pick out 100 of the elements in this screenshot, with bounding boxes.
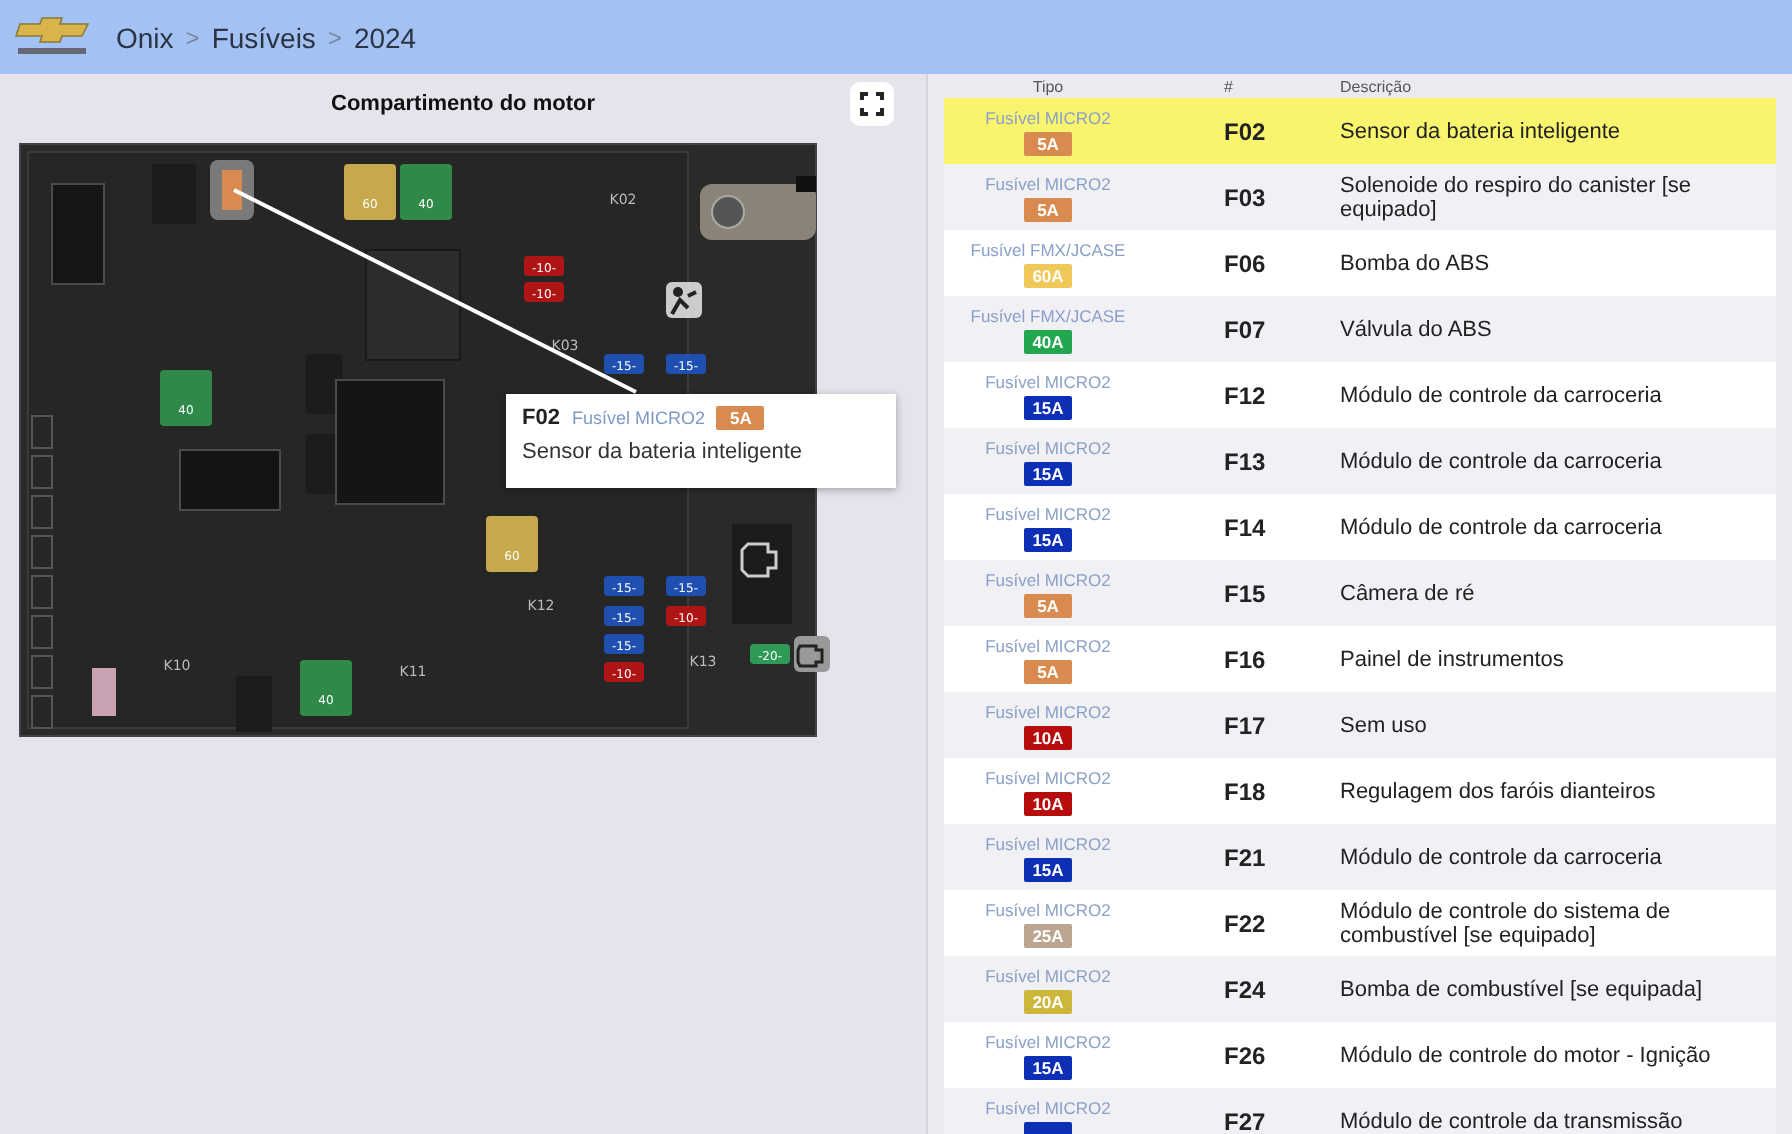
- amp-badge: 15A: [1024, 857, 1072, 881]
- fuse-description: Módulo de controle da transmissão: [1340, 1109, 1685, 1133]
- fuse-id: F07: [1222, 315, 1268, 343]
- fuse-description: Módulo de controle da carroceria: [1340, 449, 1664, 473]
- fuse-id: F02: [1222, 117, 1268, 145]
- fuse-description: Regulagem dos faróis dianteiros: [1340, 779, 1658, 803]
- fuse-description: Sensor da bateria inteligente: [1340, 119, 1623, 143]
- fuse-id: F02: [522, 406, 560, 430]
- fuse-type: Fusível MICRO2: [985, 833, 1111, 853]
- fuse-row[interactable]: Fusível MICRO2 15A F13 Módulo de controle da carroceria: [944, 428, 1776, 494]
- fuse-description: Painel de instrumentos: [1340, 647, 1566, 671]
- amp-badge: 20A: [1024, 989, 1072, 1013]
- amp-badge: 15A: [1024, 395, 1072, 419]
- amp-badge: 40A: [1024, 329, 1072, 353]
- fullscreen-icon: [860, 92, 884, 116]
- fuse-holder: [51, 183, 105, 285]
- fuse-id: F06: [1222, 249, 1268, 277]
- column-header: Tipo: [1030, 77, 1066, 95]
- fuse: [92, 668, 116, 716]
- highlighted-fuse[interactable]: [210, 160, 254, 220]
- fuse-description: Módulo de controle do sistema de combustível [se equipado]: [1340, 899, 1673, 947]
- fuse-row[interactable]: Fusível MICRO2 15A F21 Módulo de controle da carroceria: [944, 824, 1776, 890]
- fuse-type: Fusível MICRO2: [985, 899, 1111, 919]
- fuse-holder: [236, 676, 272, 732]
- breadcrumb-link[interactable]: 2024: [353, 21, 417, 53]
- fuse-row[interactable]: Fusível MICRO2 10A F17 Sem uso: [944, 692, 1776, 758]
- person-seat-icon: [666, 282, 702, 318]
- bowtie-logo-icon: [12, 15, 92, 59]
- fuse-row[interactable]: Fusível MICRO2 5A F15 Câmera de ré: [944, 560, 1776, 626]
- column-header: #: [1222, 77, 1235, 95]
- fuse-description: Módulo de controle da carroceria: [1340, 845, 1664, 869]
- fuse-id: F17: [1222, 711, 1268, 739]
- fuse-id: F21: [1222, 843, 1268, 871]
- fuse-id: F22: [1222, 909, 1268, 937]
- fuse-id: F15: [1222, 579, 1268, 607]
- fuse-type: Fusível MICRO2: [985, 1097, 1111, 1117]
- fuse-holder: [179, 449, 281, 511]
- amp-badge: 25A: [1024, 923, 1072, 947]
- fuse-row[interactable]: Fusível MICRO2 5A F03 Solenoide do respiro do canister [se equipado]: [944, 164, 1776, 230]
- breadcrumb-separator: >: [185, 23, 200, 51]
- breadcrumb-link[interactable]: Fusíveis: [211, 21, 316, 53]
- fuse-type: Fusível MICRO2: [985, 569, 1111, 589]
- amp-badge: 5A: [716, 406, 765, 430]
- fuse-description: Sensor da bateria inteligente: [522, 440, 805, 464]
- amp-badge: 5A: [1024, 593, 1072, 617]
- fuse-description: Válvula do ABS: [1340, 317, 1494, 341]
- fuse-description: Módulo de controle do motor - Ignição: [1340, 1043, 1713, 1067]
- fuse-row[interactable]: Fusível MICRO2 15A F26 Módulo de controle do motor - Ignição: [944, 1022, 1776, 1088]
- amp-badge: 15A: [1024, 461, 1072, 485]
- amp-badge: 5A: [1024, 197, 1072, 221]
- fuse-description: Sem uso: [1340, 713, 1429, 737]
- fuse-description: Solenoide do respiro do canister [se equipado]: [1340, 173, 1693, 221]
- fuse-id: F13: [1222, 447, 1268, 475]
- relay-block: [732, 524, 792, 624]
- engine-icon: [740, 542, 778, 578]
- fuse-id: F24: [1222, 975, 1268, 1003]
- fuse-type: Fusível MICRO2: [985, 965, 1111, 985]
- fuse-description: Bomba de combustível [se equipada]: [1340, 977, 1705, 1001]
- fuse-id: F27: [1222, 1107, 1268, 1134]
- amp-badge: 10A: [1024, 791, 1072, 815]
- fuse-type: Fusível MICRO2: [985, 701, 1111, 721]
- fullscreen-button[interactable]: [850, 82, 894, 126]
- fuse-type: Fusível MICRO2: [985, 767, 1111, 787]
- fuse-row[interactable]: Fusível MICRO2 5A F02 Sensor da bateria inteligente: [944, 98, 1776, 164]
- amp-badge: 5A: [1024, 131, 1072, 155]
- fuse-row[interactable]: Fusível MICRO2 10A F18 Regulagem dos faróis dianteiros: [944, 758, 1776, 824]
- fuse-type: Fusível MICRO2: [985, 503, 1111, 523]
- breadcrumb-link[interactable]: Onix: [116, 21, 174, 53]
- fuse-description: Bomba do ABS: [1340, 251, 1492, 275]
- fuse-id: F16: [1222, 645, 1268, 673]
- amp-badge: 5A: [1024, 659, 1072, 683]
- fuse-type: Fusível FMX/JCASE: [970, 239, 1126, 259]
- fuse-description: Câmera de ré: [1340, 581, 1477, 605]
- amp-badge: 15A: [1024, 527, 1072, 551]
- fuse-type: Fusível MICRO2: [985, 437, 1111, 457]
- fuse-type: Fusível MICRO2: [985, 173, 1111, 193]
- fuse-row[interactable]: Fusível MICRO2 5A F16 Painel de instrumentos: [944, 626, 1776, 692]
- fuse-row[interactable]: Fusível FMX/JCASE 40A F07 Válvula do ABS: [944, 296, 1776, 362]
- fuse-row[interactable]: Fusível MICRO2 F27 Módulo de controle da transmissão: [944, 1088, 1776, 1134]
- breadcrumb-separator: >: [327, 23, 342, 51]
- fuse-row[interactable]: Fusível FMX/JCASE 60A F06 Bomba do ABS: [944, 230, 1776, 296]
- fuse-id: F26: [1222, 1041, 1268, 1069]
- fuse-type: Fusível MICRO2: [985, 107, 1111, 127]
- relay-block: [365, 249, 461, 361]
- fuse-row[interactable]: Fusível MICRO2 25A F22 Módulo de controle do sistema de combustível [se equipado]: [944, 890, 1776, 956]
- fuse-type: Fusível FMX/JCASE: [970, 305, 1126, 325]
- fuse-row[interactable]: Fusível MICRO2 20A F24 Bomba de combustível [se equipada]: [944, 956, 1776, 1022]
- fuse-description: Módulo de controle da carroceria: [1340, 515, 1664, 539]
- fuse-type: Fusível MICRO2: [985, 635, 1111, 655]
- fuse-row[interactable]: Fusível MICRO2 15A F12 Módulo de controle da carroceria: [944, 362, 1776, 428]
- fuse-id: F18: [1222, 777, 1268, 805]
- fuse-description: Módulo de controle da carroceria: [1340, 383, 1664, 407]
- amp-badge: 15A: [1024, 1055, 1072, 1079]
- fuse-holder: [306, 354, 342, 414]
- fuse-type: Fusível MICRO2: [985, 1031, 1111, 1051]
- fuse-id: F14: [1222, 513, 1268, 541]
- fuse-type: Fusível MICRO2: [985, 371, 1111, 391]
- diagram-title: Compartimento do motor: [331, 92, 595, 116]
- fuse-id: F03: [1222, 183, 1268, 211]
- fuse-row[interactable]: Fusível MICRO2 15A F14 Módulo de controle da carroceria: [944, 494, 1776, 560]
